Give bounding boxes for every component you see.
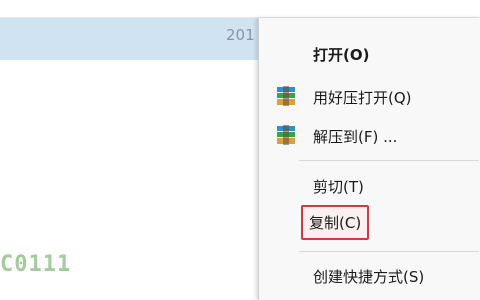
menu-item-cut[interactable]: 剪切(T): [259, 168, 480, 202]
menu-item-open[interactable]: 打开(O): [259, 36, 480, 70]
menu-item-create-shortcut-label: 创建快捷方式(S): [313, 268, 425, 286]
menu-item-copy[interactable]: 复制(C): [259, 203, 480, 240]
winrar-archive-icon: [277, 125, 295, 145]
menu-item-open-label: 打开(O): [313, 46, 370, 64]
selected-file-row[interactable]: [0, 18, 262, 60]
menu-item-open-with-haozip[interactable]: 用好压打开(Q): [259, 79, 480, 113]
window-top-strip: [0, 0, 480, 18]
menu-item-create-shortcut[interactable]: 创建快捷方式(S): [259, 258, 480, 292]
context-menu: 打开(O) 用好压打开(Q) 解压到(F) ... 剪切(T) 复制(C) 创建…: [258, 18, 480, 300]
menu-item-extract-to-label: 解压到(F) ...: [313, 128, 398, 146]
menu-item-open-with-haozip-label: 用好压打开(Q): [313, 89, 412, 107]
menu-separator: [299, 251, 479, 252]
menu-separator: [299, 160, 479, 161]
menu-item-cut-label: 剪切(T): [313, 178, 364, 196]
file-date-cell: 201: [226, 26, 255, 44]
file-name-label: C0111: [0, 252, 72, 277]
menu-item-copy-label: 复制(C): [301, 205, 370, 240]
menu-item-extract-to[interactable]: 解压到(F) ...: [259, 118, 480, 152]
winrar-archive-icon: [277, 86, 295, 106]
